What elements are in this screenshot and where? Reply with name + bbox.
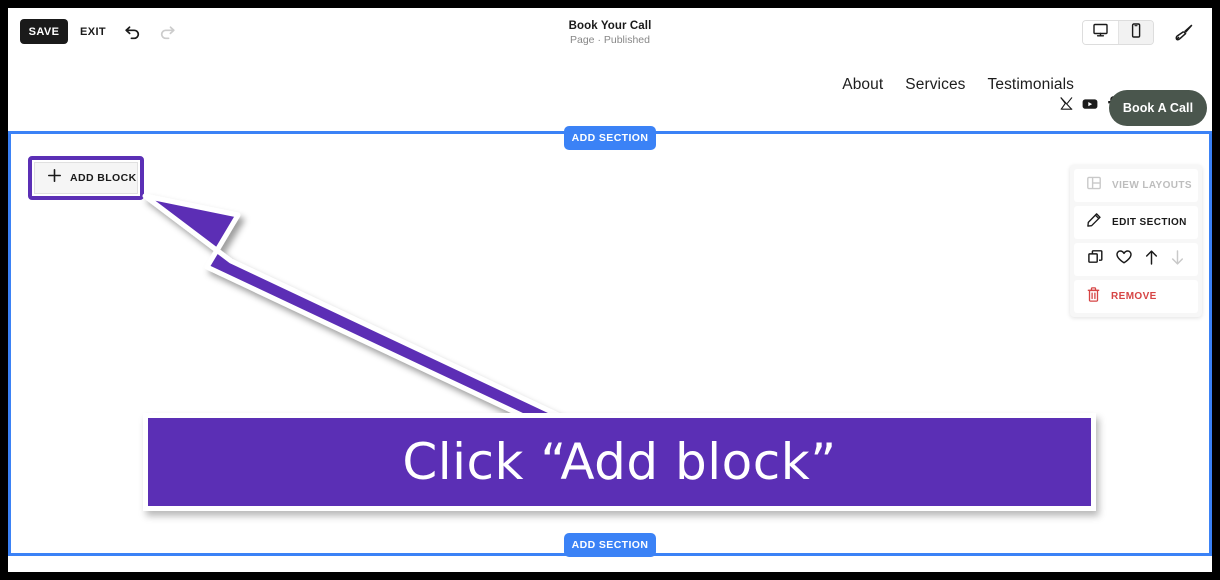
add-block-highlight-box bbox=[28, 156, 144, 200]
pencil-icon bbox=[1087, 213, 1101, 232]
exit-button[interactable]: EXIT bbox=[80, 19, 106, 44]
desktop-view-button[interactable] bbox=[1083, 21, 1118, 44]
remove-section-button[interactable]: REMOVE bbox=[1074, 280, 1198, 313]
youtube-icon[interactable] bbox=[1082, 97, 1098, 115]
site-nav-links: About Services Testimonials bbox=[842, 76, 1074, 94]
screenshot-frame: SAVE EXIT Book Your Call Page · Publishe… bbox=[0, 0, 1220, 580]
arrow-down-icon bbox=[1171, 249, 1184, 270]
page-title: Book Your Call bbox=[568, 20, 652, 32]
layout-grid-icon bbox=[1087, 176, 1101, 195]
save-button[interactable]: SAVE bbox=[20, 19, 68, 44]
view-layouts-button[interactable]: VIEW LAYOUTS bbox=[1074, 169, 1198, 202]
viewport-toggle[interactable] bbox=[1082, 20, 1154, 45]
site-social-links bbox=[1060, 96, 1116, 115]
nav-link-testimonials[interactable]: Testimonials bbox=[988, 76, 1074, 94]
instruction-callout-banner: Click “Add block” bbox=[143, 413, 1096, 511]
edit-section-label: EDIT SECTION bbox=[1112, 217, 1187, 228]
add-section-top-button[interactable]: ADD SECTION bbox=[564, 126, 656, 150]
duplicate-icon[interactable] bbox=[1088, 249, 1103, 270]
add-section-bottom-button[interactable]: ADD SECTION bbox=[564, 533, 656, 557]
mobile-phone-icon bbox=[1130, 22, 1142, 43]
document-title-block: Book Your Call Page · Published bbox=[8, 19, 1212, 47]
mobile-view-button[interactable] bbox=[1117, 21, 1153, 44]
remove-section-label: REMOVE bbox=[1111, 291, 1157, 302]
instruction-callout-text: Click “Add block” bbox=[402, 433, 837, 491]
view-layouts-label: VIEW LAYOUTS bbox=[1112, 180, 1192, 191]
redo-arrow-icon bbox=[158, 24, 176, 40]
page-status: Page · Published bbox=[570, 34, 650, 46]
book-a-call-button[interactable]: Book A Call bbox=[1109, 90, 1207, 126]
x-twitter-icon[interactable] bbox=[1060, 96, 1073, 115]
nav-link-services[interactable]: Services bbox=[905, 76, 965, 94]
arrow-up-icon[interactable] bbox=[1145, 249, 1158, 270]
site-header-preview: About Services Testimonials Book A Call bbox=[8, 54, 1212, 131]
heart-icon[interactable] bbox=[1116, 250, 1132, 269]
section-action-icons bbox=[1074, 243, 1198, 276]
paintbrush-icon[interactable] bbox=[1174, 22, 1194, 42]
edit-section-button[interactable]: EDIT SECTION bbox=[1074, 206, 1198, 239]
nav-link-about[interactable]: About bbox=[842, 76, 883, 94]
trash-icon bbox=[1087, 286, 1100, 307]
undo-arrow-icon[interactable] bbox=[124, 24, 142, 40]
editor-page: SAVE EXIT Book Your Call Page · Publishe… bbox=[8, 8, 1212, 572]
section-context-panel: VIEW LAYOUTS EDIT SECTION REMOVE bbox=[1070, 165, 1202, 317]
desktop-monitor-icon bbox=[1093, 23, 1108, 42]
editor-toolbar: SAVE EXIT Book Your Call Page · Publishe… bbox=[8, 8, 1212, 55]
